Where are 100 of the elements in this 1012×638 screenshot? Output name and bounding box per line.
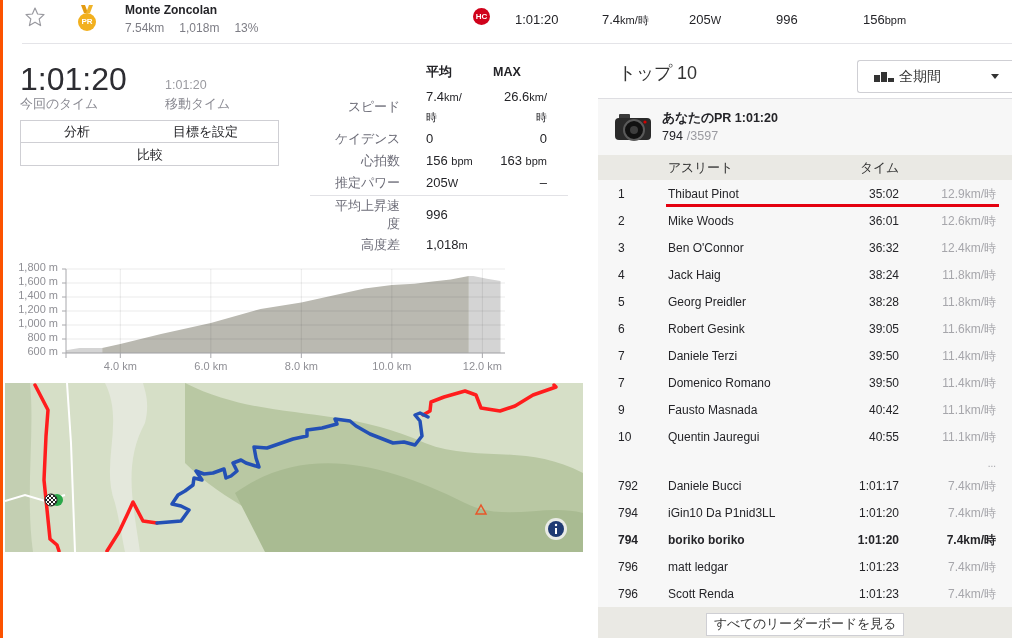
speed-cell-text: 12.9km/時 <box>941 185 996 203</box>
column-header: 平均 <box>426 65 452 79</box>
speed-cell-text: 12.6km/時 <box>941 212 996 230</box>
ribbon-icon <box>81 5 93 13</box>
athlete-name[interactable]: boriko boriko <box>668 530 745 549</box>
segment-name[interactable]: Monte Zoncolan <box>125 3 217 17</box>
axis-label: 10.0 km <box>372 360 412 372</box>
stat-label: スピード <box>348 98 400 116</box>
axis-label: 1,600 m <box>18 275 58 287</box>
athlete-name[interactable]: Robert Gesink <box>668 319 745 338</box>
stat-label: 心拍数 <box>361 152 400 170</box>
view-all-button[interactable]: すべてのリーダーボードを見る <box>706 613 904 636</box>
time-cell-text: 39:50 <box>868 374 899 392</box>
elapsed-time: 1:01:20 <box>20 62 127 96</box>
period-dropdown[interactable]: 全期間 <box>857 60 1012 93</box>
time-cell-text: 1:01:20 <box>857 531 899 549</box>
column-header: アスリート <box>668 158 733 177</box>
axis-label: 12.0 km <box>462 360 502 372</box>
time-cell-text: 36:01 <box>868 212 899 230</box>
athlete-name[interactable]: iGin10 Da P1nid3LL <box>668 503 776 522</box>
column-header: MAX <box>493 64 521 81</box>
stat-value: 996 <box>426 207 448 222</box>
rank-cell-text: 5 <box>618 293 625 311</box>
rank-cell-text: 794 <box>618 504 639 522</box>
star-icon[interactable] <box>25 7 45 27</box>
stat-value: 156bpm <box>863 12 907 27</box>
speed-cell-text: 11.4km/時 <box>942 374 996 392</box>
athlete-name[interactable]: Ben O'Connor <box>668 238 744 257</box>
stat-value: 0 <box>426 131 434 146</box>
stat-value: 0 <box>539 131 547 146</box>
time-cell-text: 40:42 <box>868 401 899 419</box>
athlete-name[interactable]: Jack Haig <box>668 265 721 284</box>
speed-cell-text: 11.6km/時 <box>942 320 996 338</box>
stat-label: 平均上昇速度 <box>334 197 400 233</box>
axis-label: 1,200 m <box>18 303 58 315</box>
time-cell-text: 39:05 <box>868 320 899 338</box>
speed-cell-text: 11.1km/時 <box>942 428 996 446</box>
stat-value: 205W <box>426 175 459 190</box>
axis-label: 1,000 m <box>18 317 58 329</box>
segment-grade: 13% <box>234 21 259 35</box>
athlete-name[interactable]: Daniele Terzi <box>668 346 738 365</box>
start-finish-marker-icon <box>44 493 63 507</box>
time-cell-text: 39:50 <box>868 347 899 365</box>
climb-category-badge: HC <box>473 8 490 25</box>
caret-icon <box>991 74 999 79</box>
stat-value: 163 bpm <box>500 153 547 168</box>
segment-elevation: 1,018m <box>179 21 220 35</box>
time-cell-text: 1:01:23 <box>858 585 899 603</box>
bar-chart-icon <box>874 71 894 82</box>
axis-label: 1,400 m <box>18 289 58 301</box>
stat-value: 996 <box>776 12 798 27</box>
time-cell-text: 38:24 <box>868 266 899 284</box>
rank-cell-text: 7 <box>618 347 625 365</box>
rank-cell-text: 792 <box>618 477 639 495</box>
stat-value: 205W <box>689 12 722 27</box>
athlete-name[interactable]: Domenico Romano <box>668 373 771 392</box>
time-cell-text: 1:01:17 <box>858 477 899 495</box>
stat-label: 高度差 <box>361 236 400 254</box>
stat-value: 7.4km/時 <box>426 89 462 124</box>
athlete-name[interactable]: matt ledgar <box>668 557 729 576</box>
moving-time-label: 移動タイム <box>165 96 230 112</box>
athlete-name[interactable]: Daniele Bucci <box>668 476 742 495</box>
stat-label: ケイデンス <box>335 130 400 148</box>
analysis-button[interactable]: 分析 <box>20 120 132 143</box>
rank-cell-text: 3 <box>618 239 625 257</box>
info-icon[interactable] <box>545 518 567 540</box>
goal-button[interactable]: 目標を設定 <box>132 120 279 143</box>
stat-value: – <box>539 175 547 190</box>
leaderboard-title: トップ 10 <box>618 62 698 85</box>
axis-label: 600 m <box>27 345 58 357</box>
rank-cell-text: 1 <box>618 185 625 203</box>
athlete-name[interactable]: Quentin Jauregui <box>668 427 760 446</box>
pr-rank: 794 <box>662 128 683 144</box>
time-cell-text: 38:28 <box>868 293 899 311</box>
ellipsis-text: ... <box>987 458 996 470</box>
stat-value: 1:01:20 <box>515 12 559 27</box>
speed-cell-text: 11.8km/時 <box>942 293 996 311</box>
stat-value: 7.4km/時 <box>602 12 649 27</box>
stat-value: 156 bpm <box>426 153 473 168</box>
athlete-name[interactable]: Mike Woods <box>668 211 734 230</box>
rank-cell-text: 796 <box>618 585 639 603</box>
rank-cell-text: 9 <box>618 401 625 419</box>
stat-value: 26.6km/時 <box>503 89 547 124</box>
moving-time: 1:01:20 <box>165 78 207 92</box>
rank-cell-text: 6 <box>618 320 625 338</box>
speed-cell-text: 11.8km/時 <box>942 266 996 284</box>
athlete-name[interactable]: Thibaut Pinot <box>668 184 739 203</box>
time-cell-text: 36:32 <box>868 239 899 257</box>
athlete-name[interactable]: Georg Preidler <box>668 292 747 311</box>
speed-cell-text: 12.4km/時 <box>941 239 996 257</box>
axis-label: 800 m <box>27 331 58 343</box>
athlete-name[interactable]: Fausto Masnada <box>668 400 758 419</box>
peak-marker-icon <box>474 503 488 515</box>
athlete-name[interactable]: Scott Renda <box>668 584 735 603</box>
axis-label: 6.0 km <box>194 360 228 372</box>
time-cell-text: 1:01:23 <box>858 558 899 576</box>
time-cell-text: 35:02 <box>868 185 899 203</box>
compare-button[interactable]: 比較 <box>20 143 279 166</box>
speed-cell-text: 11.4km/時 <box>942 347 996 365</box>
rank-cell-text: 7 <box>618 374 625 392</box>
